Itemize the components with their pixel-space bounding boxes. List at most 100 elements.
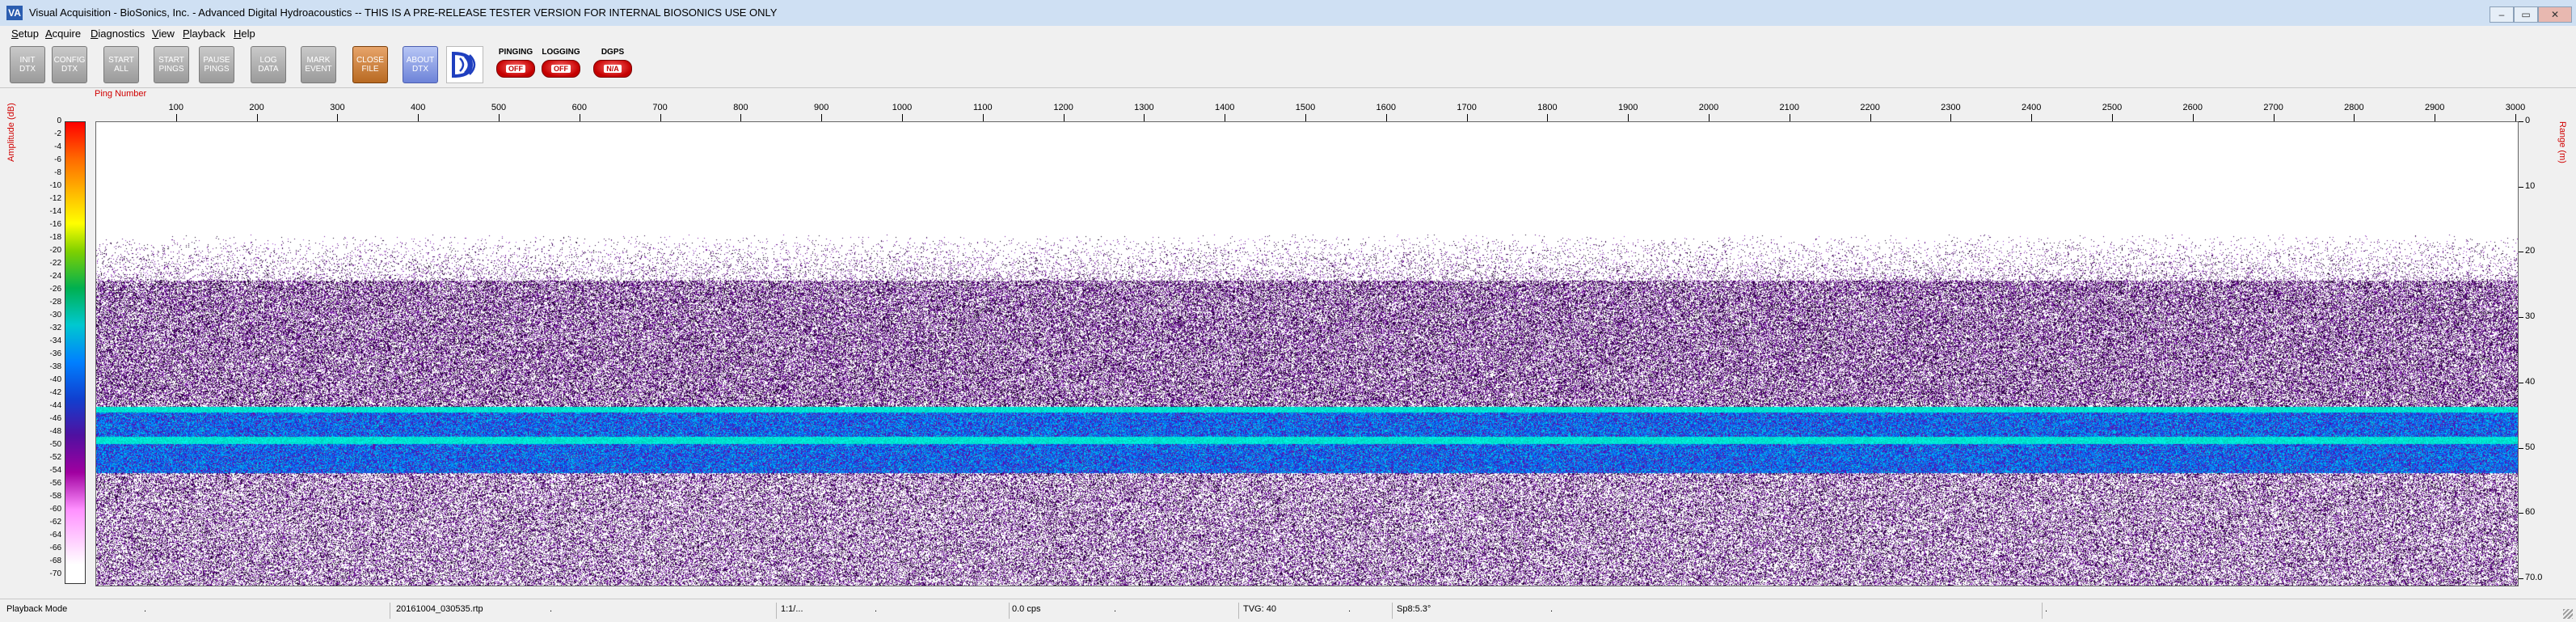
- ping-tick-mark: [1305, 114, 1306, 121]
- ping-tick-mark: [1709, 114, 1710, 121]
- status-separator: [2042, 603, 2043, 619]
- range-tick-label: 40: [2525, 376, 2536, 387]
- ping-tick-label: 2900: [2424, 103, 2445, 112]
- range-tick-mark: [2519, 121, 2523, 122]
- start-all-button[interactable]: START ALL: [103, 46, 139, 83]
- ping-tick-mark: [2273, 114, 2275, 121]
- status-dot-7: .: [2045, 604, 2048, 614]
- minimize-button[interactable]: –: [2490, 6, 2514, 23]
- range-tick-mark: [2519, 317, 2523, 319]
- ping-tick-label: 1300: [1134, 103, 1154, 112]
- range-tick-label: 10: [2525, 180, 2536, 191]
- colorbar-tick-label: -28: [49, 298, 61, 307]
- menu-setup[interactable]: Setup: [11, 28, 39, 40]
- colorbar-tick-label: -18: [49, 233, 61, 242]
- log-data-button[interactable]: LOG DATA: [251, 46, 286, 83]
- ping-tick-mark: [337, 114, 339, 121]
- ping-tick-label: 600: [571, 103, 587, 112]
- colorbar-tick-label: -40: [49, 375, 61, 384]
- colorbar-tick-label: -36: [49, 349, 61, 358]
- ping-tick-mark: [2354, 114, 2355, 121]
- config-dtx-button[interactable]: CONFIG DTX: [52, 46, 87, 83]
- init-dtx-button[interactable]: INIT DTX: [10, 46, 45, 83]
- colorbar-tick-label: -14: [49, 207, 61, 216]
- ping-tick-label: 400: [411, 103, 426, 112]
- colorbar-tick-label: -4: [54, 142, 61, 151]
- colorbar-tick-label: -64: [49, 531, 61, 539]
- colorbar-tick-label: -10: [49, 181, 61, 190]
- colorbar-tick-label: -60: [49, 505, 61, 514]
- range-tick-mark: [2519, 447, 2523, 449]
- ping-tick-label: 2700: [2263, 103, 2283, 112]
- biosonics-logo-icon[interactable]: [446, 46, 483, 83]
- range-axis-label: Range (m): [2557, 121, 2567, 163]
- ping-tick-label: 2000: [1698, 103, 1719, 112]
- ping-tick-label: 100: [168, 103, 183, 112]
- colorbar-tick-label: -48: [49, 427, 61, 436]
- ping-axis: 100 200 300 400 500 600 700 800 900 1000 1100 1200 1…: [95, 101, 2525, 121]
- menu-acquire[interactable]: Acquire: [45, 28, 81, 40]
- range-tick-label: 70.0: [2525, 573, 2543, 582]
- ping-tick-mark: [1547, 114, 1549, 121]
- menu-view[interactable]: View: [152, 28, 175, 40]
- range-tick-label: 20: [2525, 246, 2536, 256]
- ping-tick-label: 900: [814, 103, 829, 112]
- ping-tick-mark: [660, 114, 661, 121]
- colorbar-tick-label: -26: [49, 285, 61, 294]
- colorbar-tick-label: -58: [49, 492, 61, 501]
- ping-number-label: Ping Number: [95, 89, 147, 99]
- about-dtx-button[interactable]: ABOUT DTX: [403, 46, 438, 83]
- ping-tick-mark: [982, 114, 984, 121]
- menu-bar: Setup Acquire Diagnostics View Playback …: [0, 26, 2576, 42]
- mark-event-button[interactable]: MARK EVENT: [301, 46, 336, 83]
- status-dot-4: .: [1114, 604, 1117, 614]
- ping-tick-label: 300: [330, 103, 345, 112]
- status-dot-1: .: [144, 604, 147, 614]
- ping-tick-label: 1600: [1376, 103, 1397, 112]
- ping-tick-label: 3000: [2505, 103, 2526, 112]
- ping-tick-label: 800: [733, 103, 748, 112]
- window-title: Visual Acquisition - BioSonics, Inc. - A…: [29, 6, 778, 19]
- close-file-button[interactable]: CLOSE FILE: [352, 46, 388, 83]
- close-button[interactable]: ✕: [2538, 6, 2572, 23]
- range-tick-label: 50: [2525, 442, 2536, 452]
- status-sp: Sp8:5.3°: [1397, 604, 1431, 614]
- colorbar-tick-label: 0: [57, 116, 61, 125]
- resize-grip[interactable]: [2563, 609, 2573, 619]
- ping-tick-label: 1100: [972, 103, 993, 112]
- dgps-status: DGPS N/A: [592, 44, 634, 85]
- ping-tick-mark: [256, 114, 258, 121]
- dgps-indicator: N/A: [593, 60, 632, 78]
- logging-indicator: OFF: [542, 60, 580, 78]
- echogram-plot[interactable]: [95, 121, 2519, 586]
- ping-tick-label: 1500: [1295, 103, 1316, 112]
- range-tick-label: 60: [2525, 507, 2536, 518]
- status-tvg: TVG: 40: [1243, 604, 1276, 614]
- status-dot-2: .: [550, 604, 553, 614]
- colorbar-tick-label: -32: [49, 324, 61, 332]
- echogram-canvas[interactable]: [96, 122, 2518, 586]
- ping-tick-mark: [1628, 114, 1629, 121]
- pinging-indicator: OFF: [496, 60, 535, 78]
- status-ratio: 1:1/...: [781, 604, 803, 614]
- menu-playback[interactable]: Playback: [183, 28, 226, 40]
- colorbar-tick-label: -6: [54, 155, 61, 164]
- logging-status: LOGGING OFF: [540, 44, 582, 85]
- pause-pings-button[interactable]: PAUSE PINGS: [199, 46, 234, 83]
- menu-help[interactable]: Help: [234, 28, 255, 40]
- status-separator: [776, 603, 777, 619]
- start-pings-button[interactable]: START PINGS: [154, 46, 189, 83]
- ping-tick-mark: [740, 114, 742, 121]
- colorbar-tick-label: -68: [49, 556, 61, 565]
- range-tick-label: 0: [2525, 116, 2531, 125]
- ping-tick-label: 2600: [2182, 103, 2203, 112]
- pinging-status: PINGING OFF: [495, 44, 537, 85]
- menu-diagnostics[interactable]: Diagnostics: [91, 28, 145, 40]
- colorbar-tick-label: -34: [49, 336, 61, 345]
- status-dot-3: .: [875, 604, 878, 614]
- colorbar-tick-label: -12: [49, 194, 61, 203]
- maximize-button[interactable]: ▭: [2514, 6, 2538, 23]
- colorbar-tick-label: -2: [54, 129, 61, 138]
- app-icon: VA: [6, 6, 23, 20]
- ping-tick-mark: [821, 114, 823, 121]
